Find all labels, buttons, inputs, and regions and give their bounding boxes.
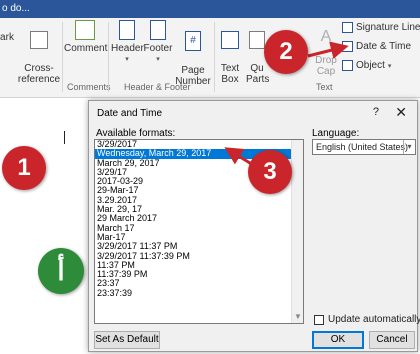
step-4-marker: أ — [38, 248, 84, 294]
step-3-marker: 3 — [248, 150, 292, 194]
step-1-marker: 1 — [2, 146, 46, 190]
step-2-marker: 2 — [264, 30, 308, 74]
arrow-to-date-time — [307, 41, 349, 59]
annotation-arrows — [224, 41, 349, 170]
